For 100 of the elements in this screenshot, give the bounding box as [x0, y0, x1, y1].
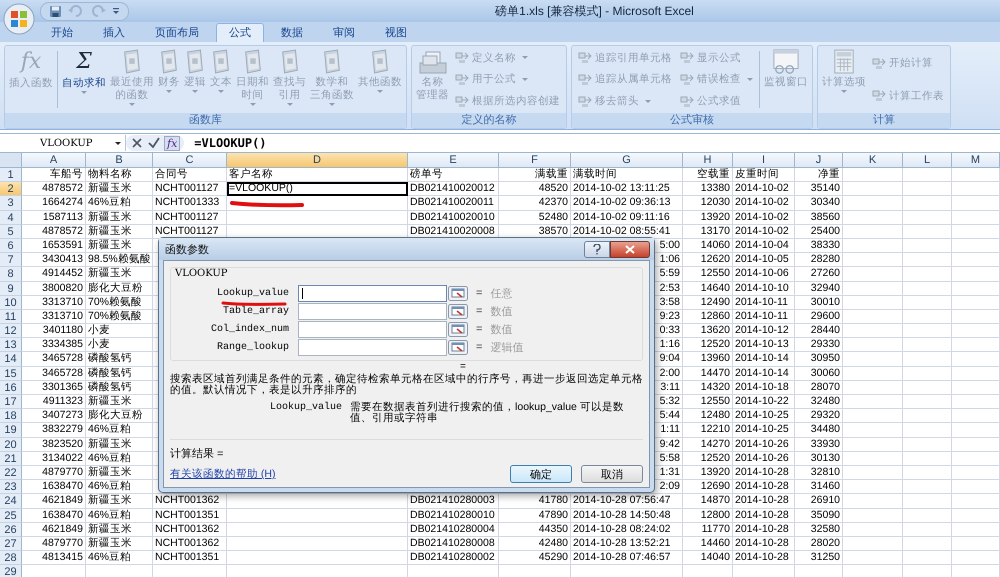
table-cell [952, 324, 1000, 338]
table-cell: 12690 [683, 480, 733, 494]
table-cell: 车船号 [22, 168, 86, 182]
table-cell: 13920 [683, 466, 733, 480]
row-header[interactable]: 6 [0, 238, 22, 254]
table-cell: 膨化大豆粉 [86, 282, 153, 296]
row-header[interactable]: 12 [0, 324, 22, 338]
row-header[interactable]: 17 [0, 395, 22, 410]
row-header[interactable]: 1 [0, 168, 22, 182]
argument-name: Lookup_value [270, 402, 342, 415]
column-header[interactable]: I [733, 153, 795, 168]
close-button[interactable] [610, 240, 650, 258]
collapse-icon[interactable] [448, 340, 468, 354]
column-header[interactable]: L [903, 153, 952, 168]
row-header[interactable]: 24 [0, 494, 22, 508]
collapse-icon[interactable] [448, 304, 468, 318]
row-header[interactable]: 8 [0, 267, 22, 282]
column-header[interactable]: B [86, 153, 153, 168]
column-header[interactable]: H [683, 153, 733, 168]
row-header[interactable]: 26 [0, 522, 22, 537]
help-button[interactable] [584, 240, 610, 258]
insert-function-button[interactable]: fx [164, 136, 180, 150]
table-cell: 合同号 [153, 168, 227, 182]
row-header[interactable]: 3 [0, 196, 22, 211]
table-cell: 45290 [499, 551, 571, 566]
dialog-button[interactable]: 取消 [581, 465, 643, 483]
row-header[interactable]: 4 [0, 210, 22, 225]
ribbon-button[interactable]: Σ 自动求和 [60, 47, 108, 112]
ribbon-tab[interactable]: 数据 [268, 23, 316, 42]
argument-type: 数值 [490, 304, 512, 318]
row-header[interactable]: 28 [0, 551, 22, 566]
input-field[interactable] [298, 302, 447, 320]
table-cell: 2014-10-12 [733, 324, 795, 338]
table-cell [903, 253, 952, 268]
column-header[interactable]: D [227, 153, 408, 168]
table-cell: 70%赖氨酸 [86, 310, 153, 324]
ribbon-tab[interactable]: 页面布局 [142, 23, 212, 42]
column-header[interactable]: J [795, 153, 843, 168]
row-header[interactable]: 16 [0, 380, 22, 395]
caret-icon[interactable] [112, 7, 120, 15]
row-header[interactable]: 25 [0, 508, 22, 523]
row-header[interactable]: 2 [0, 182, 22, 196]
row-header[interactable]: 27 [0, 536, 22, 552]
table-cell: 35090 [795, 508, 843, 523]
table-cell: 32810 [795, 466, 843, 480]
column-header[interactable]: K [843, 153, 903, 168]
ribbon-tab[interactable]: 审阅 [320, 23, 368, 42]
ribbon-tab[interactable]: 插入 [90, 23, 138, 42]
window-title: 磅单1.xls [兼容模式] - Microsoft Excel [494, 2, 695, 20]
row-header[interactable]: 19 [0, 423, 22, 438]
column-header[interactable]: A [22, 153, 86, 168]
table-cell: 46%豆粕 [86, 508, 153, 523]
column-header[interactable]: F [499, 153, 571, 168]
table-cell: 2014-10-26 [733, 438, 795, 452]
book-icon [184, 49, 206, 75]
formula-field[interactable]: =VLOOKUP() [184, 136, 1000, 150]
table-cell: 1653591 [22, 238, 86, 254]
row-header[interactable]: 21 [0, 452, 22, 466]
table-cell: 12550 [683, 395, 733, 410]
table-cell [952, 423, 1000, 438]
column-header[interactable]: M [952, 153, 1000, 168]
row-header[interactable]: 7 [0, 253, 22, 268]
table-cell [952, 296, 1000, 310]
row-header[interactable]: 29 [0, 565, 22, 577]
input-field[interactable] [298, 320, 447, 338]
row-header[interactable]: 20 [0, 438, 22, 452]
table-cell: 4914452 [22, 267, 86, 282]
row-header[interactable]: 9 [0, 282, 22, 296]
ribbon-tab[interactable]: 开始 [38, 23, 86, 42]
row-header[interactable]: 22 [0, 466, 22, 480]
save-icon[interactable] [49, 4, 62, 18]
ribbon-tab[interactable]: 视图 [372, 23, 420, 42]
row-header[interactable]: 13 [0, 338, 22, 352]
collapse-icon[interactable] [448, 286, 468, 300]
input-field[interactable] [298, 338, 447, 356]
row-header[interactable]: 15 [0, 366, 22, 381]
row-header[interactable]: 23 [0, 480, 22, 494]
cancel-icon[interactable] [130, 136, 144, 150]
name-box[interactable]: VLOOKUP [0, 135, 126, 151]
row-header[interactable]: 10 [0, 296, 22, 310]
dialog-button[interactable]: 确定 [510, 465, 572, 483]
row-header[interactable]: 5 [0, 224, 22, 239]
check-icon[interactable] [147, 136, 161, 150]
table-cell [952, 210, 1000, 225]
table-cell: =VLOOKUP() [227, 182, 408, 196]
table-cell: 4879770 [22, 466, 86, 480]
table-cell: 3301365 [22, 380, 86, 395]
column-header[interactable]: C [153, 153, 227, 168]
table-cell [903, 551, 952, 566]
row-header[interactable]: 14 [0, 352, 22, 367]
help-link[interactable]: 有关该函数的帮助 (H) [170, 467, 276, 481]
row-header[interactable]: 18 [0, 409, 22, 424]
row-header[interactable]: 11 [0, 310, 22, 324]
input-field[interactable] [298, 284, 447, 302]
column-header[interactable]: E [408, 153, 499, 168]
column-header[interactable]: G [571, 153, 683, 168]
collapse-icon[interactable] [448, 322, 468, 336]
table-cell: 新疆玉米 [86, 536, 153, 552]
ribbon-tab[interactable]: 公式 [216, 23, 264, 42]
tool-icon [455, 72, 469, 86]
